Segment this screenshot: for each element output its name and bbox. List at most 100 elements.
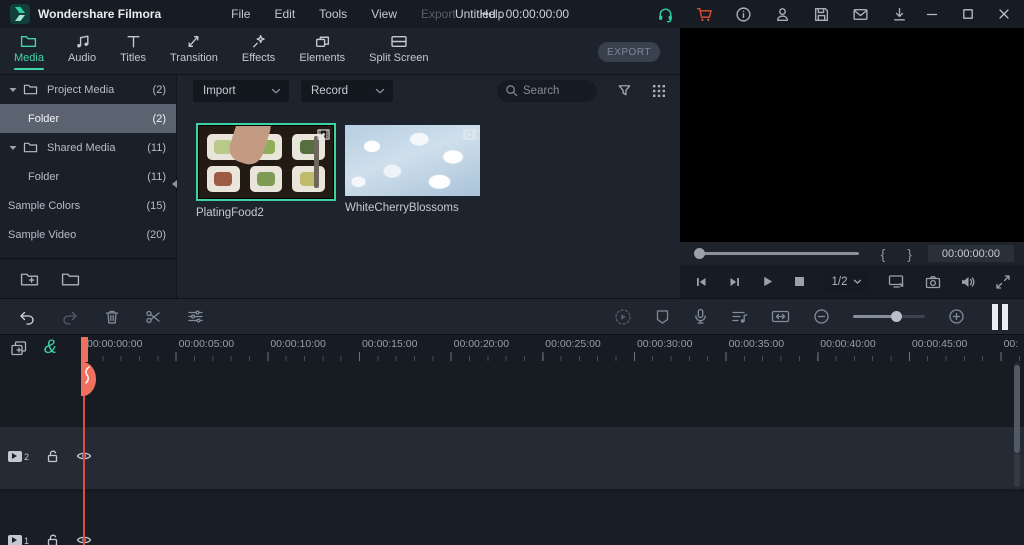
play-button[interactable] <box>761 275 774 288</box>
media-folder-icon <box>20 34 37 49</box>
volume-button[interactable] <box>960 275 976 289</box>
timeline-zoom-slider[interactable] <box>853 315 925 318</box>
split-screen-icon <box>390 34 408 49</box>
menu-file[interactable]: File <box>231 7 250 21</box>
ruler-label: 00:00:05:00 <box>176 335 268 350</box>
sidebar-item-sample-colors[interactable]: Sample Colors (15) <box>0 191 176 220</box>
scrollbar-thumb[interactable] <box>1014 365 1020 453</box>
ruler-label: 00:00:40:00 <box>817 335 909 350</box>
zoom-slider-handle[interactable] <box>891 311 902 322</box>
chevron-down-icon <box>375 87 385 95</box>
split-scissors-button[interactable] <box>145 309 162 325</box>
zoom-in-button[interactable] <box>948 308 965 325</box>
next-frame-button[interactable] <box>728 275 742 289</box>
media-item-name: WhiteCherryBlossoms <box>345 202 480 214</box>
tab-titles[interactable]: Titles <box>120 34 146 70</box>
save-icon[interactable] <box>813 6 830 23</box>
ruler-label: 00: <box>1001 335 1024 350</box>
seek-slider[interactable] <box>696 252 859 255</box>
menu-tools[interactable]: Tools <box>319 7 347 21</box>
timeline-vertical-scrollbar[interactable] <box>1014 362 1020 490</box>
track-type-icon: 1 <box>8 535 29 545</box>
caret-down-icon[interactable] <box>8 85 18 95</box>
export-button[interactable]: EXPORT <box>598 42 660 62</box>
info-icon[interactable] <box>735 6 752 23</box>
audio-mixer-button[interactable] <box>731 309 748 325</box>
auto-ripple-icon[interactable]: & <box>44 339 57 357</box>
video-track-1[interactable]: 1 <box>0 492 1024 545</box>
caret-down-icon[interactable] <box>8 143 18 153</box>
lock-track-icon[interactable] <box>46 449 59 463</box>
seek-slider-handle[interactable] <box>694 248 705 259</box>
minimize-button[interactable] <box>926 8 938 20</box>
close-button[interactable] <box>998 8 1010 20</box>
timeline-ruler[interactable]: 00:00:00:00 00:00:05:00 00:00:10:00 00:0… <box>84 335 1024 362</box>
previous-frame-button[interactable] <box>694 275 708 289</box>
mark-out-button[interactable]: } <box>907 246 912 262</box>
ruler-label: 00:00:45:00 <box>909 335 1001 350</box>
voiceover-mic-button[interactable] <box>693 308 708 325</box>
store-cart-icon[interactable] <box>696 6 713 23</box>
marker-button[interactable] <box>655 309 670 325</box>
tab-elements[interactable]: Elements <box>299 34 345 70</box>
folder-icon <box>23 83 38 96</box>
sidebar-item-project-media[interactable]: Project Media (2) <box>0 75 176 104</box>
mark-in-button[interactable]: { <box>881 246 886 262</box>
support-headset-icon[interactable] <box>657 6 674 23</box>
tab-split-screen[interactable]: Split Screen <box>369 34 428 70</box>
ruler-label: 00:00:25:00 <box>542 335 634 350</box>
timeline-tracks-area[interactable]: 2 1 <box>0 362 1024 545</box>
transition-arrows-icon <box>185 34 202 49</box>
brand-name: Wondershare Filmora <box>38 7 161 21</box>
lock-track-icon[interactable] <box>46 533 59 545</box>
sidebar-item-sample-video[interactable]: Sample Video (20) <box>0 220 176 249</box>
account-user-icon[interactable] <box>774 6 791 23</box>
undo-button[interactable] <box>18 309 36 325</box>
scrollbar-thumb-secondary <box>1014 453 1020 487</box>
new-folder-button[interactable] <box>20 271 39 287</box>
sidebar-actions <box>0 258 176 298</box>
menu-help[interactable]: Help <box>480 7 505 21</box>
playhead-ruler-marker[interactable] <box>81 337 88 362</box>
chevron-down-icon <box>853 278 862 285</box>
media-item-platingfood2[interactable]: PlatingFood2 <box>196 123 336 219</box>
redo-button[interactable] <box>61 309 79 325</box>
download-icon[interactable] <box>891 6 908 23</box>
tab-audio[interactable]: Audio <box>68 34 96 70</box>
media-item-whitecherryblossoms[interactable]: WhiteCherryBlossoms <box>345 125 480 214</box>
sidebar-item-folder-selected[interactable]: Folder (2) <box>0 104 176 133</box>
fullscreen-button[interactable] <box>996 275 1010 289</box>
zoom-out-button[interactable] <box>813 308 830 325</box>
maximize-button[interactable] <box>962 8 974 20</box>
preview-viewport[interactable] <box>680 28 1024 242</box>
search-input[interactable]: Search <box>497 80 597 102</box>
ruler-label: 00:00:15:00 <box>359 335 451 350</box>
menu-edit[interactable]: Edit <box>274 7 295 21</box>
filter-funnel-icon[interactable] <box>617 83 632 98</box>
tab-effects[interactable]: Effects <box>242 34 275 70</box>
playback-quality-dropdown[interactable]: 1/2 <box>825 271 869 293</box>
stop-button[interactable] <box>794 276 805 287</box>
tab-media[interactable]: Media <box>14 34 44 70</box>
video-track-2[interactable]: 2 <box>0 427 1024 489</box>
sidebar-item-folder[interactable]: Folder (11) <box>0 162 176 191</box>
sidebar-item-shared-media[interactable]: Shared Media (11) <box>0 133 176 162</box>
effects-star-icon <box>250 34 267 49</box>
delete-folder-button[interactable] <box>61 271 80 287</box>
snapshot-camera-button[interactable] <box>925 275 941 289</box>
mail-icon[interactable] <box>852 6 869 23</box>
tab-transition[interactable]: Transition <box>170 34 218 70</box>
import-dropdown[interactable]: Import <box>193 80 289 102</box>
view-grid-icon[interactable] <box>652 84 666 98</box>
media-library-sidebar: Project Media (2) Folder (2) Shared Medi… <box>0 75 177 298</box>
manage-tracks-button[interactable] <box>10 340 28 357</box>
library-tab-bar: Media Audio Titles Transition Effects El… <box>0 28 680 75</box>
pause-bars-icon[interactable] <box>992 304 1008 330</box>
detach-display-button[interactable] <box>888 274 905 289</box>
fit-timeline-button[interactable] <box>771 309 790 324</box>
delete-button[interactable] <box>104 309 120 325</box>
video-clip-badge-icon <box>463 129 476 140</box>
menu-view[interactable]: View <box>371 7 397 21</box>
adjust-properties-button[interactable] <box>187 309 204 324</box>
record-dropdown[interactable]: Record <box>301 80 393 102</box>
